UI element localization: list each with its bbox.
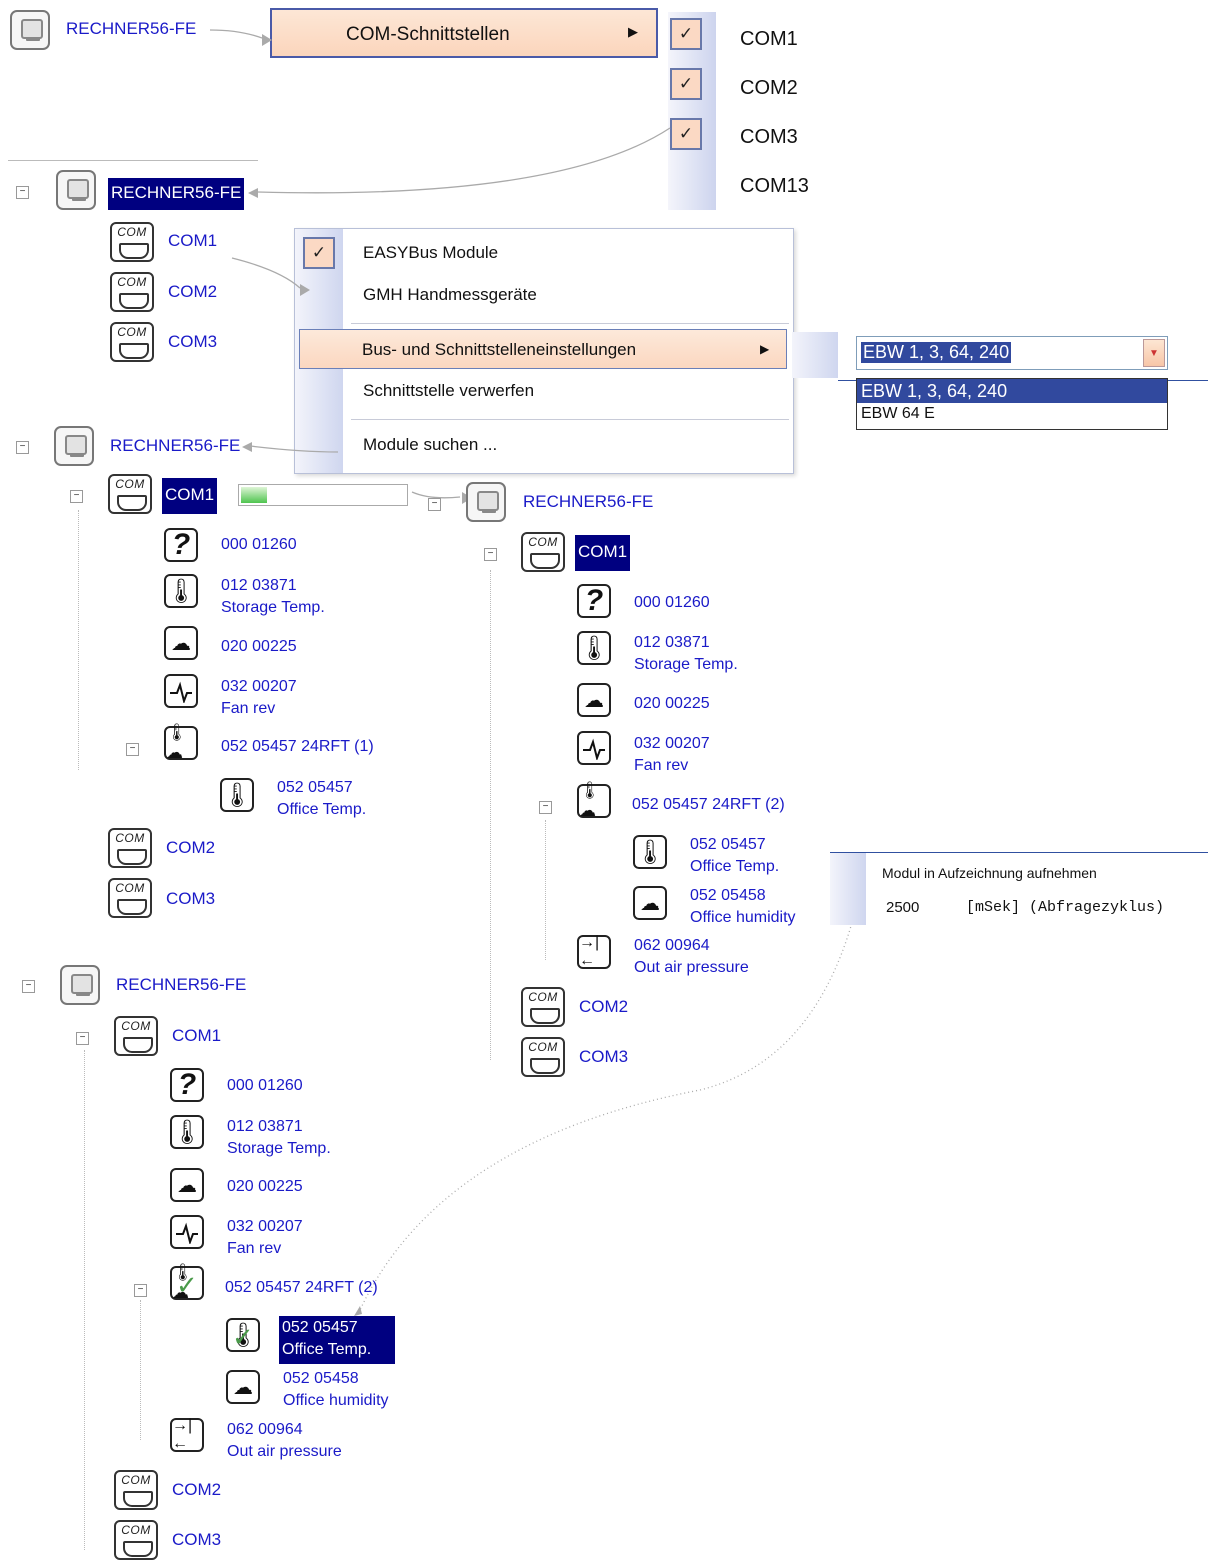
collapse-toggle[interactable]: − bbox=[22, 980, 35, 993]
computer-label[interactable]: RECHNER56-FE bbox=[523, 492, 653, 512]
module-062-id[interactable]: 062 00964 bbox=[227, 1419, 303, 1441]
module-052a-id[interactable]: 052 05457 bbox=[277, 777, 353, 799]
module-032-id[interactable]: 032 00207 bbox=[221, 676, 297, 698]
humidity-icon: ☁ bbox=[577, 683, 611, 717]
computer-icon bbox=[466, 482, 506, 522]
tree-item-com3[interactable]: COM3 bbox=[579, 1047, 628, 1067]
unknown-module-icon: ? bbox=[170, 1068, 204, 1102]
module-012-name[interactable]: Storage Temp. bbox=[221, 597, 325, 619]
module-group-2[interactable]: 052 05457 24RFT (2) bbox=[632, 794, 785, 816]
cycle-value[interactable]: 2500 bbox=[886, 899, 919, 916]
com-port-icon: COM bbox=[521, 532, 565, 572]
record-menu: Modul in Aufzeichnung aufnehmen 2500 [mS… bbox=[830, 853, 1208, 925]
temp-humidity-icon: 🌡☁ bbox=[164, 723, 198, 762]
module-032-name[interactable]: Fan rev bbox=[221, 698, 275, 720]
recording-check-icon: ✓ bbox=[176, 1270, 198, 1300]
module-052a-id: 052 05457 bbox=[282, 1319, 358, 1336]
module-000[interactable]: 000 01260 bbox=[221, 534, 297, 556]
collapse-toggle[interactable]: − bbox=[484, 548, 497, 561]
thermometer-icon: 🌡 bbox=[577, 631, 611, 665]
com-port-icon: COM bbox=[114, 1016, 158, 1056]
computer-label[interactable]: RECHNER56-FE bbox=[110, 436, 240, 456]
module-020[interactable]: 020 00225 bbox=[634, 693, 710, 715]
module-032-name[interactable]: Fan rev bbox=[634, 755, 688, 777]
menu-item-record[interactable]: Modul in Aufzeichnung aufnehmen bbox=[882, 865, 1097, 881]
thermometer-icon: 🌡 bbox=[170, 1115, 204, 1149]
module-062-name[interactable]: Out air pressure bbox=[227, 1441, 342, 1463]
pressure-icon: →|← bbox=[170, 1417, 204, 1452]
tree-item-com3[interactable]: COM3 bbox=[172, 1530, 221, 1550]
module-020[interactable]: 020 00225 bbox=[227, 1176, 303, 1198]
collapse-toggle[interactable]: − bbox=[126, 743, 139, 756]
module-062-id[interactable]: 062 00964 bbox=[634, 935, 710, 957]
unknown-module-icon: ? bbox=[164, 528, 198, 562]
tree-item-com2[interactable]: COM2 bbox=[172, 1480, 221, 1500]
module-012-name[interactable]: Storage Temp. bbox=[227, 1138, 331, 1160]
humidity-icon: ☁ bbox=[170, 1168, 204, 1202]
module-052a-name[interactable]: Office Temp. bbox=[277, 799, 366, 821]
unknown-module-icon: ? bbox=[577, 584, 611, 618]
module-052a-selected[interactable]: 052 05457 Office Temp. bbox=[279, 1316, 395, 1364]
module-000[interactable]: 000 01260 bbox=[227, 1075, 303, 1097]
cycle-unit: [mSek] (Abfragezyklus) bbox=[966, 899, 1165, 916]
com-port-icon: COM bbox=[108, 828, 152, 868]
thermometer-icon: 🌡 bbox=[164, 574, 198, 608]
com-port-icon: COM bbox=[521, 987, 565, 1027]
pulse-icon bbox=[577, 731, 611, 765]
module-012-id[interactable]: 012 03871 bbox=[221, 575, 297, 597]
com-port-icon: COM bbox=[521, 1037, 565, 1077]
module-group-2[interactable]: 052 05457 24RFT (2) bbox=[225, 1277, 378, 1299]
tree-item-com2[interactable]: COM2 bbox=[166, 838, 215, 858]
module-012-id[interactable]: 012 03871 bbox=[634, 632, 710, 654]
collapse-toggle[interactable]: − bbox=[16, 441, 29, 454]
thermometer-icon: 🌡 ✓ bbox=[226, 1318, 260, 1352]
temp-humidity-icon: 🌡☁ ✓ bbox=[170, 1263, 204, 1302]
computer-icon bbox=[54, 426, 94, 466]
pulse-icon bbox=[164, 674, 198, 708]
module-020[interactable]: 020 00225 bbox=[221, 636, 297, 658]
thermometer-icon: 🌡 bbox=[220, 778, 254, 812]
module-032-name[interactable]: Fan rev bbox=[227, 1238, 281, 1260]
com-port-icon: COM bbox=[114, 1520, 158, 1560]
tree-item-com1-selected[interactable]: COM1 bbox=[162, 478, 218, 514]
pressure-icon: →|← bbox=[577, 934, 611, 969]
humidity-icon: ☁ bbox=[164, 626, 198, 660]
search-progress-bar bbox=[238, 484, 408, 506]
collapse-toggle[interactable]: − bbox=[539, 801, 552, 814]
com-port-icon: COM bbox=[114, 1470, 158, 1510]
module-052a-name[interactable]: Office Temp. bbox=[690, 856, 779, 878]
collapse-toggle[interactable]: − bbox=[428, 498, 441, 511]
computer-label[interactable]: RECHNER56-FE bbox=[116, 975, 246, 995]
computer-icon bbox=[60, 965, 100, 1005]
tree-item-com3[interactable]: COM3 bbox=[166, 889, 215, 909]
module-052b-id[interactable]: 052 05458 bbox=[690, 885, 766, 907]
collapse-toggle[interactable]: − bbox=[76, 1032, 89, 1045]
pulse-icon bbox=[170, 1215, 204, 1249]
tree-item-com2[interactable]: COM2 bbox=[579, 997, 628, 1017]
com-port-icon: COM bbox=[108, 878, 152, 918]
module-012-id[interactable]: 012 03871 bbox=[227, 1116, 303, 1138]
module-062-name[interactable]: Out air pressure bbox=[634, 957, 749, 979]
module-032-id[interactable]: 032 00207 bbox=[227, 1216, 303, 1238]
module-052b-id[interactable]: 052 05458 bbox=[283, 1368, 359, 1390]
humidity-icon: ☁ bbox=[633, 886, 667, 920]
tree-item-com1-selected[interactable]: COM1 bbox=[575, 535, 631, 571]
collapse-toggle[interactable]: − bbox=[70, 490, 83, 503]
humidity-icon: ☁ bbox=[226, 1370, 260, 1404]
module-052b-name[interactable]: Office humidity bbox=[283, 1390, 389, 1412]
module-000[interactable]: 000 01260 bbox=[634, 592, 710, 614]
com-port-icon: COM bbox=[108, 474, 152, 514]
module-group-1[interactable]: 052 05457 24RFT (1) bbox=[221, 736, 374, 758]
module-032-id[interactable]: 032 00207 bbox=[634, 733, 710, 755]
module-052a-id[interactable]: 052 05457 bbox=[690, 834, 766, 856]
module-012-name[interactable]: Storage Temp. bbox=[634, 654, 738, 676]
recording-check-icon: ✓ bbox=[232, 1322, 254, 1352]
collapse-toggle[interactable]: − bbox=[134, 1284, 147, 1297]
tree-item-com1[interactable]: COM1 bbox=[172, 1026, 221, 1046]
module-052b-name[interactable]: Office humidity bbox=[690, 907, 796, 929]
thermometer-icon: 🌡 bbox=[633, 835, 667, 869]
temp-humidity-icon: 🌡☁ bbox=[577, 781, 611, 820]
module-052a-name: Office Temp. bbox=[282, 1341, 372, 1358]
